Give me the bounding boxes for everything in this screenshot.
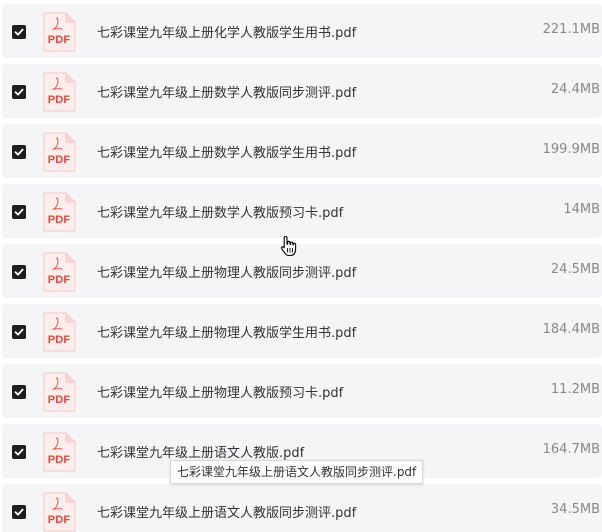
file-size: 11.2MB <box>550 382 600 397</box>
file-checkbox[interactable] <box>12 385 26 399</box>
file-name: 七彩课堂九年级上册语文人教版.pdf <box>97 446 305 461</box>
file-row[interactable]: PDF 七彩课堂九年级上册数学人教版预习卡.pdf 14MB <box>2 184 602 238</box>
checkmark-icon <box>14 508 24 516</box>
file-name: 七彩课堂九年级上册数学人教版预习卡.pdf <box>97 206 344 221</box>
file-size: 24.5MB <box>550 262 600 277</box>
pdf-type-label: PDF <box>47 274 71 286</box>
file-name: 七彩课堂九年级上册数学人教版学生用书.pdf <box>97 146 357 161</box>
file-checkbox[interactable] <box>12 505 26 519</box>
checkmark-icon <box>14 448 24 456</box>
checkmark-icon <box>14 88 24 96</box>
pdf-file-icon: PDF <box>42 72 76 112</box>
file-row[interactable]: PDF 七彩课堂九年级上册物理人教版同步测评.pdf 24.5MB <box>2 244 602 298</box>
file-name: 七彩课堂九年级上册化学人教版学生用书.pdf <box>97 26 357 41</box>
pdf-file-icon: PDF <box>42 252 76 292</box>
file-row[interactable]: PDF 七彩课堂九年级上册化学人教版学生用书.pdf 221.1MB <box>2 4 602 58</box>
file-checkbox[interactable] <box>12 205 26 219</box>
pdf-type-label: PDF <box>47 94 71 106</box>
pdf-type-label: PDF <box>47 454 71 466</box>
file-row[interactable]: PDF 七彩课堂九年级上册物理人教版学生用书.pdf 184.4MB <box>2 304 602 358</box>
file-size: 199.9MB <box>542 142 600 157</box>
file-checkbox[interactable] <box>12 325 26 339</box>
file-checkbox[interactable] <box>12 265 26 279</box>
pdf-type-label: PDF <box>47 214 71 226</box>
file-size: 164.7MB <box>542 442 600 457</box>
file-checkbox[interactable] <box>12 25 26 39</box>
pdf-file-icon: PDF <box>42 312 76 352</box>
file-name: 七彩课堂九年级上册语文人教版同步测评.pdf <box>97 506 357 521</box>
hand-pointer-icon <box>280 235 298 257</box>
file-name: 七彩课堂九年级上册物理人教版预习卡.pdf <box>97 386 344 401</box>
checkmark-icon <box>14 208 24 216</box>
checkmark-icon <box>14 28 24 36</box>
pdf-type-label: PDF <box>47 394 71 406</box>
file-size: 34.5MB <box>550 502 600 517</box>
pdf-file-icon: PDF <box>42 192 76 232</box>
pdf-type-label: PDF <box>47 34 71 46</box>
pdf-file-icon: PDF <box>42 372 76 412</box>
file-checkbox[interactable] <box>12 145 26 159</box>
file-checkbox[interactable] <box>12 85 26 99</box>
checkmark-icon <box>14 388 24 396</box>
file-list-viewport[interactable]: PDF 七彩课堂九年级上册化学人教版学生用书.pdf 221.1MB PDF 七… <box>0 0 602 532</box>
file-row[interactable]: PDF 七彩课堂九年级上册语文人教版同步测评.pdf 34.5MB <box>2 484 602 532</box>
file-size: 184.4MB <box>542 322 600 337</box>
pdf-type-label: PDF <box>47 334 71 346</box>
file-size: 221.1MB <box>542 22 600 37</box>
pdf-file-icon: PDF <box>42 492 76 532</box>
file-name: 七彩课堂九年级上册物理人教版学生用书.pdf <box>97 326 357 341</box>
checkmark-icon <box>14 268 24 276</box>
file-size: 14MB <box>563 202 600 217</box>
checkmark-icon <box>14 148 24 156</box>
pdf-file-icon: PDF <box>42 12 76 52</box>
checkmark-icon <box>14 328 24 336</box>
file-name: 七彩课堂九年级上册物理人教版同步测评.pdf <box>97 266 357 281</box>
pdf-file-icon: PDF <box>42 132 76 172</box>
file-name: 七彩课堂九年级上册数学人教版同步测评.pdf <box>97 86 357 101</box>
file-row[interactable]: PDF 七彩课堂九年级上册数学人教版学生用书.pdf 199.9MB <box>2 124 602 178</box>
pdf-type-label: PDF <box>47 514 71 526</box>
file-checkbox[interactable] <box>12 445 26 459</box>
file-row[interactable]: PDF 七彩课堂九年级上册物理人教版预习卡.pdf 11.2MB <box>2 364 602 418</box>
pdf-type-label: PDF <box>47 154 71 166</box>
file-row[interactable]: PDF 七彩课堂九年级上册数学人教版同步测评.pdf 24.4MB <box>2 64 602 118</box>
filename-tooltip: 七彩课堂九年级上册语文人教版同步测评.pdf <box>170 460 424 484</box>
file-size: 24.4MB <box>550 82 600 97</box>
pdf-file-icon: PDF <box>42 432 76 472</box>
